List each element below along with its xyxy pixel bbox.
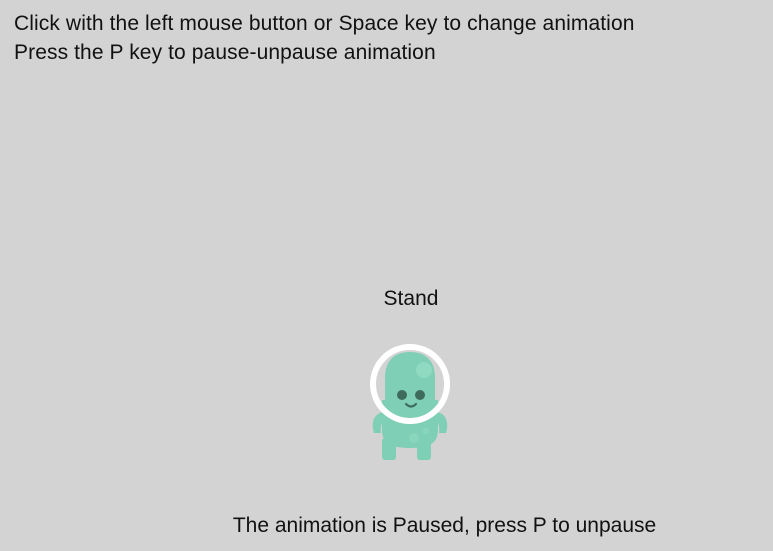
right-eye — [415, 390, 425, 400]
game-canvas[interactable]: Click with the left mouse button or Spac… — [0, 0, 773, 551]
body-spot — [409, 433, 419, 443]
alien-character-sprite — [370, 344, 450, 460]
instruction-pause: Press the P key to pause-unpause animati… — [14, 41, 436, 64]
pause-status-text: The animation is Paused, press P to unpa… — [232, 514, 657, 537]
left-eye — [397, 390, 407, 400]
instructions: Click with the left mouse button or Spac… — [14, 9, 635, 67]
head-highlight — [416, 362, 432, 378]
instruction-change-animation: Click with the left mouse button or Spac… — [14, 12, 635, 35]
animation-name-label: Stand — [383, 287, 439, 310]
body-spot — [423, 428, 429, 434]
